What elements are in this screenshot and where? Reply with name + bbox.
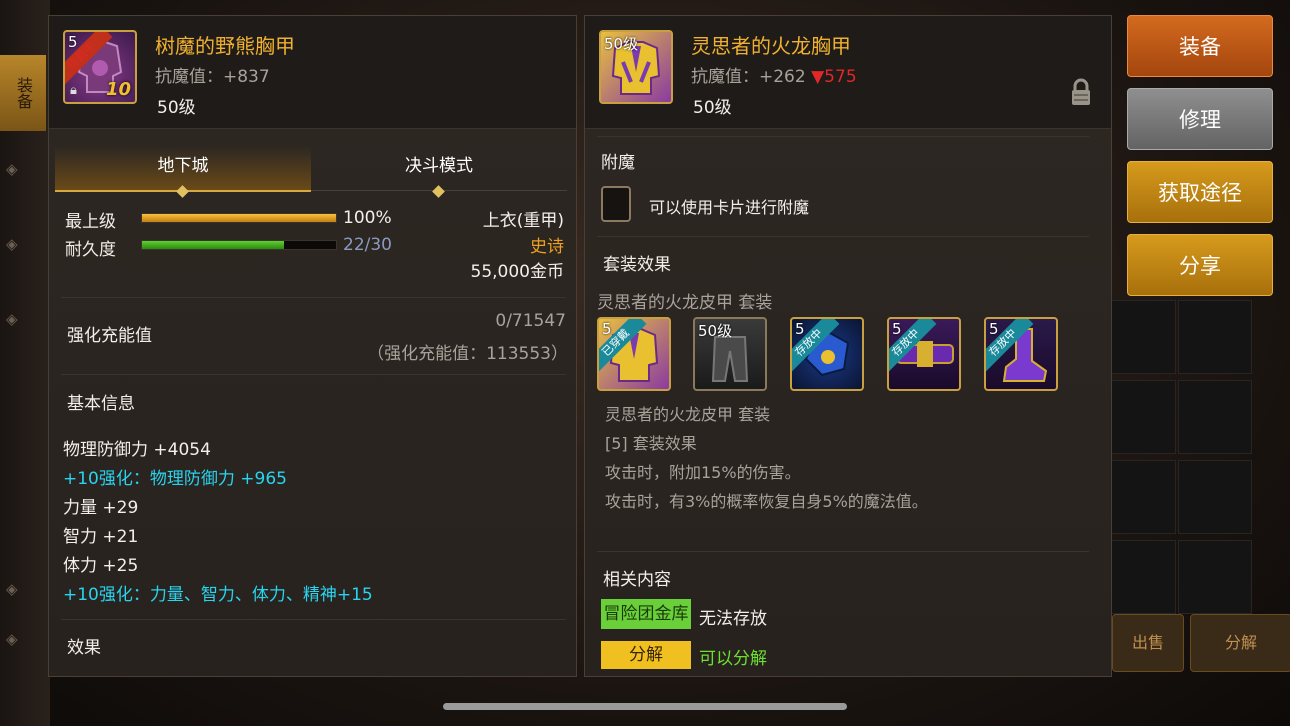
effect-title: 效果 [67, 638, 101, 658]
mode-tabs: 地下城 决斗模式 [55, 146, 567, 198]
divider [61, 297, 566, 298]
equip-button[interactable]: 装备 [1127, 15, 1273, 77]
enchant-text: 可以使用卡片进行附魔 [649, 198, 810, 217]
acquire-source-button[interactable]: 获取途径 [1127, 161, 1273, 223]
divider [61, 374, 566, 375]
background-left-strip: 装备 ◈ ◈ ◈ ◈ ◈ [0, 0, 50, 726]
slot-type: 上衣(重甲) [482, 211, 564, 231]
durability-value: 22/30 [343, 235, 392, 255]
set-slot-shoes[interactable]: 5 存放中 [984, 317, 1058, 391]
item-level: 50级 [693, 98, 732, 118]
set-desc-line: 攻击时，附加15%的伤害。 [605, 463, 801, 482]
ghost-icon: ◈ [6, 630, 18, 648]
set-slot-pants[interactable]: 50级 [693, 317, 767, 391]
magic-resist-value: +837 [223, 67, 270, 87]
disassemble-text: 可以分解 [699, 649, 767, 669]
divider [597, 551, 1089, 552]
set-slot-shoulder[interactable]: 5 存放中 [790, 317, 864, 391]
enchant-title: 附魔 [601, 153, 635, 173]
item-level-tag: 50级 [604, 35, 639, 53]
enhance-charge-progress: 0/71547 [495, 311, 566, 331]
related-title: 相关内容 [603, 570, 671, 590]
item-name: 灵思者的火龙胸甲 [691, 34, 851, 58]
item-name: 树魔的野熊胸甲 [155, 34, 295, 58]
stat-line: 智力 +21 [63, 527, 139, 547]
ghost-icon: ◈ [6, 235, 18, 253]
magic-resist-value: +262 [759, 67, 806, 87]
lock-icon[interactable] [1071, 78, 1091, 106]
repair-button[interactable]: 修理 [1127, 88, 1273, 150]
set-desc-line: 攻击时，有3%的概率恢复自身5%的魔法值。 [605, 492, 928, 511]
stat-line: 力量 +29 [63, 498, 139, 518]
max-level-bar [141, 213, 337, 223]
compare-item-icon[interactable]: 50级 [599, 30, 673, 104]
ghost-icon: ◈ [6, 580, 18, 598]
item-level-tag: 5 [68, 33, 78, 51]
lock-small-icon: 🔒︎ [70, 83, 77, 98]
enhance-charge-note: （强化充能值：113553） [367, 344, 568, 364]
equipped-item-icon[interactable]: 5 穿戴中 10 🔒︎ [63, 30, 137, 104]
enhance-level: 10 [105, 79, 131, 100]
basic-info-title: 基本信息 [67, 394, 135, 414]
ghost-icon: ◈ [6, 160, 18, 178]
equipped-item-panel: 5 穿戴中 10 🔒︎ 树魔的野熊胸甲 抗魔值：+837 50级 地下城 决斗模… [48, 15, 577, 677]
divider [597, 236, 1089, 237]
max-level-value: 100% [343, 208, 392, 228]
set-desc-line: [5] 套装效果 [605, 434, 697, 453]
durability-label: 耐久度 [65, 240, 116, 260]
inventory-grid-background [1090, 300, 1290, 614]
divider [597, 136, 1089, 137]
enchant-card-slot[interactable] [601, 186, 631, 222]
set-effect-title: 套装效果 [603, 255, 671, 275]
stat-line: +10强化：力量、智力、体力、精神+15 [63, 585, 373, 605]
set-name-line: 灵思者的火龙皮甲 套装 [597, 293, 773, 313]
compare-item-panel: 50级 灵思者的火龙胸甲 抗魔值：+262 ▼575 50级 附魔 可以使用卡片… [584, 15, 1112, 677]
enhance-charge-title: 强化充能值 [67, 326, 152, 346]
ghost-icon: ◈ [6, 310, 18, 328]
tab-dungeon[interactable]: 地下城 [55, 146, 311, 198]
magic-resist-label: 抗魔值 [691, 67, 742, 87]
rarity: 史诗 [530, 237, 564, 257]
storage-text: 无法存放 [699, 609, 767, 629]
max-level-label: 最上级 [65, 212, 116, 232]
item-level: 50级 [157, 98, 196, 118]
background-disassemble-button: 分解 [1190, 614, 1290, 672]
sell-price: 55,000金币 [470, 262, 564, 282]
set-desc-line: 灵思者的火龙皮甲 套装 [605, 405, 771, 424]
background-equip-tab: 装备 [0, 55, 46, 131]
stat-line: 物理防御力 +4054 [63, 440, 211, 460]
stat-line: 体力 +25 [63, 556, 139, 576]
background-sell-button: 出售 [1112, 614, 1184, 672]
magic-resist-label: 抗魔值 [155, 67, 206, 87]
share-button[interactable]: 分享 [1127, 234, 1273, 296]
stat-line: +10强化：物理防御力 +965 [63, 469, 287, 489]
disassemble-tag: 分解 [601, 641, 691, 669]
divider [61, 619, 566, 620]
durability-bar [141, 240, 337, 250]
magic-resist-diff: ▼575 [811, 67, 857, 87]
storage-tag: 冒险团金库 [601, 599, 691, 629]
home-indicator[interactable] [443, 703, 847, 710]
set-slot-chest[interactable]: 5 已穿戴 [597, 317, 671, 391]
set-slot-belt[interactable]: 5 存放中 [887, 317, 961, 391]
tab-duel-mode[interactable]: 决斗模式 [311, 146, 567, 198]
